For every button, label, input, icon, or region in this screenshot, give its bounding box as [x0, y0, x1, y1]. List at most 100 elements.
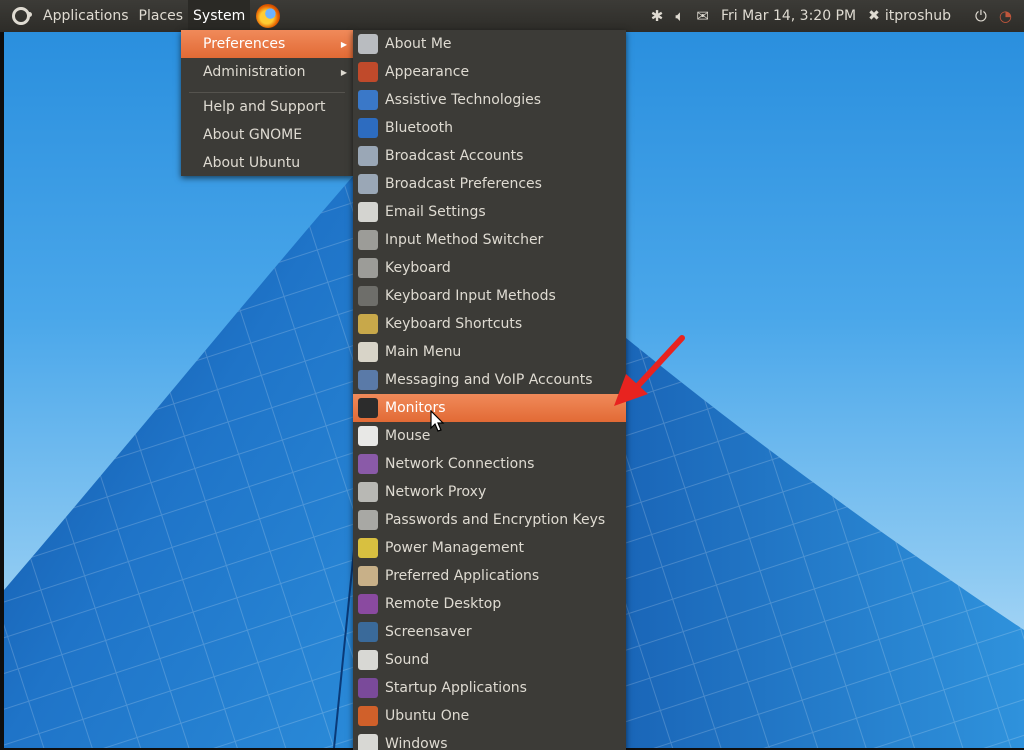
pref-item-bluetooth[interactable]: Bluetooth — [353, 114, 626, 142]
pref-item-appearance[interactable]: Appearance — [353, 58, 626, 86]
pref-item-screensaver[interactable]: Screensaver — [353, 618, 626, 646]
submenu-arrow-icon: ▶ — [340, 39, 347, 49]
mouse-pointer-icon — [430, 410, 445, 432]
menu-item-preferences[interactable]: Preferences ▶ — [181, 30, 353, 58]
bluetooth-icon[interactable]: ✱ — [651, 7, 664, 25]
menu-item-about-gnome[interactable]: About GNOME — [181, 121, 353, 149]
pref-item-label: Keyboard Input Methods — [385, 288, 556, 304]
network-wifi-icon[interactable]: ◔ — [999, 7, 1012, 25]
submenu-arrow-icon: ▶ — [340, 67, 347, 77]
keyboard-icon — [358, 230, 378, 250]
red-annotation-arrow — [614, 335, 685, 406]
pref-item-preferred-applications[interactable]: Preferred Applications — [353, 562, 626, 590]
pref-item-label: Passwords and Encryption Keys — [385, 512, 606, 528]
pref-item-broadcast-preferences[interactable]: Broadcast Preferences — [353, 170, 626, 198]
system-dropdown-menu: Preferences ▶ Administration ▶ Help and … — [181, 30, 353, 176]
network-icon — [358, 454, 378, 474]
mouse-icon — [358, 426, 378, 446]
menu-item-administration[interactable]: Administration ▶ — [181, 58, 353, 86]
pref-item-remote-desktop[interactable]: Remote Desktop — [353, 590, 626, 618]
bluetooth-icon — [358, 118, 378, 138]
pref-item-label: Startup Applications — [385, 680, 527, 696]
places-menu[interactable]: Places — [134, 0, 189, 32]
proxy-icon — [358, 482, 378, 502]
pref-item-label: Network Proxy — [385, 484, 487, 500]
accessibility-icon — [358, 90, 378, 110]
pref-item-label: Bluetooth — [385, 120, 453, 136]
menu-item-label: Administration — [203, 64, 306, 80]
pref-item-network-connections[interactable]: Network Connections — [353, 450, 626, 478]
pref-item-label: Power Management — [385, 540, 525, 556]
pref-item-keyboard[interactable]: Keyboard — [353, 254, 626, 282]
pref-item-label: Assistive Technologies — [385, 92, 542, 108]
pref-item-label: Appearance — [385, 64, 470, 80]
pref-item-label: Broadcast Accounts — [385, 148, 524, 164]
shortcuts-icon — [358, 314, 378, 334]
info-icon — [358, 286, 378, 306]
menu-item-help[interactable]: Help and Support — [181, 93, 353, 121]
pref-item-label: Broadcast Preferences — [385, 176, 542, 192]
pref-item-about-me[interactable]: About Me — [353, 30, 626, 58]
broadcast-icon — [358, 174, 378, 194]
pref-item-label: Screensaver — [385, 624, 472, 640]
ubuntu-logo-icon[interactable] — [12, 7, 32, 25]
pref-item-label: Keyboard Shortcuts — [385, 316, 523, 332]
clock[interactable]: Fri Mar 14, 3:20 PM — [721, 8, 856, 24]
startup-icon — [358, 678, 378, 698]
pref-item-monitors[interactable]: Monitors — [353, 394, 626, 422]
pref-item-startup-applications[interactable]: Startup Applications — [353, 674, 626, 702]
broadcast-icon — [358, 146, 378, 166]
pref-item-assistive-technologies[interactable]: Assistive Technologies — [353, 86, 626, 114]
pref-item-label: Preferred Applications — [385, 568, 540, 584]
pref-item-sound[interactable]: Sound — [353, 646, 626, 674]
volume-icon[interactable]: 🔈︎ — [675, 7, 684, 25]
user-switcher[interactable]: ✖︎ itproshub — [868, 8, 963, 24]
main-menu-icon — [358, 342, 378, 362]
pref-item-keyboard-input-methods[interactable]: Keyboard Input Methods — [353, 282, 626, 310]
appearance-icon — [358, 62, 378, 82]
preferred-apps-icon — [358, 566, 378, 586]
menu-item-label: Preferences — [203, 36, 286, 52]
messaging-icon — [358, 370, 378, 390]
firefox-launcher-icon[interactable] — [256, 4, 281, 28]
sound-icon — [358, 650, 378, 670]
menu-item-about-ubuntu[interactable]: About Ubuntu — [181, 149, 353, 177]
power-icon[interactable]: ⏻︎ — [975, 7, 987, 25]
pref-item-ubuntu-one[interactable]: Ubuntu One — [353, 702, 626, 730]
pref-item-label: Network Connections — [385, 456, 535, 472]
pref-item-power-management[interactable]: Power Management — [353, 534, 626, 562]
power-icon — [358, 538, 378, 558]
applications-menu[interactable]: Applications — [38, 0, 134, 32]
top-panel: Applications Places System ✱ 🔈︎ ✉︎ Fri M… — [0, 0, 1024, 32]
pref-item-label: Input Method Switcher — [385, 232, 544, 248]
pref-item-label: Keyboard — [385, 260, 451, 276]
pref-item-main-menu[interactable]: Main Menu — [353, 338, 626, 366]
keyboard-icon — [358, 258, 378, 278]
pref-item-label: Remote Desktop — [385, 596, 502, 612]
mail-icon[interactable]: ✉︎ — [696, 7, 709, 25]
pref-item-mouse[interactable]: Mouse — [353, 422, 626, 450]
pref-item-label: Messaging and VoIP Accounts — [385, 372, 593, 388]
pref-item-label: Mouse — [385, 428, 431, 444]
user-icon — [358, 34, 378, 54]
remote-desktop-icon — [358, 594, 378, 614]
pref-item-label: Ubuntu One — [385, 708, 470, 724]
screensaver-icon — [358, 622, 378, 642]
pref-item-input-method-switcher[interactable]: Input Method Switcher — [353, 226, 626, 254]
system-menu-button[interactable]: System — [188, 0, 251, 32]
monitor-icon — [358, 398, 378, 418]
pref-item-passwords-and-encryption-keys[interactable]: Passwords and Encryption Keys — [353, 506, 626, 534]
keys-icon — [358, 510, 378, 530]
pref-item-keyboard-shortcuts[interactable]: Keyboard Shortcuts — [353, 310, 626, 338]
user-status-icon: ✖︎ — [868, 8, 880, 24]
email-icon — [358, 202, 378, 222]
pref-item-email-settings[interactable]: Email Settings — [353, 198, 626, 226]
pref-item-messaging-and-voip-accounts[interactable]: Messaging and VoIP Accounts — [353, 366, 626, 394]
pref-item-windows[interactable]: Windows — [353, 730, 626, 750]
pref-item-label: About Me — [385, 36, 452, 52]
pref-item-network-proxy[interactable]: Network Proxy — [353, 478, 626, 506]
user-name: itproshub — [884, 8, 952, 24]
ubuntu-one-icon — [358, 706, 378, 726]
pref-item-broadcast-accounts[interactable]: Broadcast Accounts — [353, 142, 626, 170]
preferences-submenu: About Me Appearance Assistive Technologies… — [353, 30, 626, 750]
